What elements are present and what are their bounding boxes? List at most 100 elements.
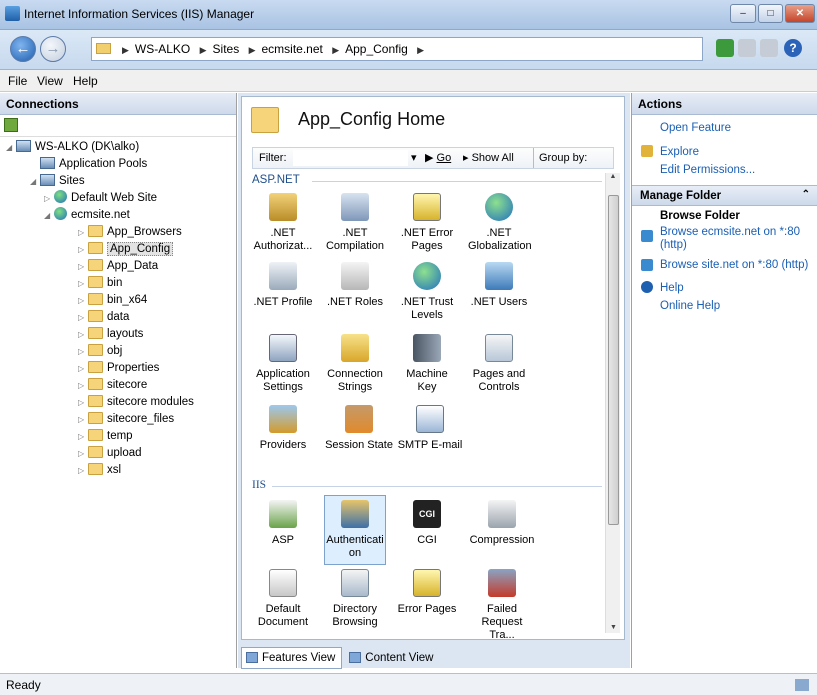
feature-item[interactable]: Session State bbox=[324, 405, 394, 452]
tree-folder[interactable]: ▷ sitecore bbox=[78, 377, 147, 394]
scroll-down-icon[interactable]: ▼ bbox=[606, 624, 621, 631]
group-header-iis: IIS bbox=[252, 479, 267, 491]
open-feature-link[interactable]: Open Feature bbox=[660, 122, 731, 135]
feature-item[interactable]: Directory Browsing bbox=[324, 569, 386, 629]
feature-item[interactable]: CGI CGI bbox=[396, 500, 458, 547]
help-link[interactable]: Help bbox=[660, 282, 684, 295]
scroll-up-icon[interactable]: ▲ bbox=[606, 173, 620, 180]
group-divider bbox=[312, 181, 602, 182]
tree-app-pools[interactable]: Application Pools bbox=[40, 156, 147, 173]
breadcrumb-item[interactable]: WS-ALKO bbox=[135, 42, 190, 56]
browse-link[interactable]: Browse ecmsite.net on *:80 (http) bbox=[660, 226, 810, 252]
manage-folder-header: Manage Folder ⌃ bbox=[632, 185, 817, 206]
edit-permissions-link[interactable]: Edit Permissions... bbox=[660, 164, 755, 177]
tree-folder[interactable]: ▷ xsl bbox=[78, 462, 121, 479]
scrollbar-thumb[interactable] bbox=[608, 195, 619, 525]
tree-sites[interactable]: ◢ Sites bbox=[30, 173, 85, 190]
breadcrumb-item[interactable]: Sites bbox=[213, 42, 240, 56]
tree-folder[interactable]: ▷ Properties bbox=[78, 360, 159, 377]
menu-view[interactable]: View bbox=[37, 74, 63, 88]
compilation-icon bbox=[341, 193, 369, 221]
filter-input[interactable] bbox=[293, 150, 408, 166]
filter-dropdown-icon[interactable]: ▾ bbox=[411, 148, 417, 168]
tab-features-view[interactable]: Features View bbox=[241, 647, 343, 669]
feature-item[interactable]: .NET Roles bbox=[324, 262, 386, 309]
tree-default-web-site[interactable]: ▷ Default Web Site bbox=[44, 190, 157, 207]
feature-item[interactable]: .NET Trust Levels bbox=[396, 262, 458, 322]
explore-link[interactable]: Explore bbox=[660, 146, 699, 159]
show-all-button[interactable]: ▸ Show All bbox=[463, 148, 514, 168]
explore-icon bbox=[641, 145, 653, 157]
feature-item[interactable]: Connection Strings bbox=[324, 334, 386, 394]
connect-icon[interactable] bbox=[4, 118, 18, 132]
tree-folder-selected[interactable]: ▷ App_Config bbox=[78, 241, 174, 258]
feature-item[interactable]: Application Settings bbox=[252, 334, 314, 394]
stop-icon[interactable] bbox=[738, 39, 756, 57]
tree-folder[interactable]: ▷ sitecore modules bbox=[78, 394, 194, 411]
feature-item[interactable]: .NET Globalization bbox=[468, 193, 532, 253]
content-view-icon bbox=[349, 652, 362, 663]
help-icon[interactable]: ? bbox=[784, 39, 802, 57]
folder-icon bbox=[88, 344, 103, 356]
folder-icon bbox=[88, 361, 103, 373]
feature-item[interactable]: .NET Users bbox=[468, 262, 530, 309]
refresh-icon[interactable] bbox=[716, 39, 734, 57]
feature-item[interactable]: .NET Error Pages bbox=[396, 193, 458, 253]
tree-folder[interactable]: ▷ bin bbox=[78, 275, 122, 292]
folder-icon bbox=[88, 412, 103, 424]
home-icon[interactable] bbox=[760, 39, 778, 57]
forward-button[interactable]: → bbox=[40, 36, 66, 62]
features-view-icon bbox=[246, 652, 258, 663]
error-pages-icon bbox=[413, 193, 441, 221]
feature-item[interactable]: .NET Authorizat... bbox=[252, 193, 314, 253]
tree-folder[interactable]: ▷ obj bbox=[78, 343, 122, 360]
browse-link[interactable]: Browse site.net on *:80 (http) bbox=[660, 259, 815, 272]
tree-folder[interactable]: ▷ temp bbox=[78, 428, 133, 445]
online-help-link[interactable]: Online Help bbox=[660, 300, 720, 313]
tree-folder[interactable]: ▷ sitecore_files bbox=[78, 411, 174, 428]
folder-icon bbox=[88, 310, 103, 322]
app-settings-icon bbox=[269, 334, 297, 362]
feature-item[interactable]: SMTP E-mail bbox=[396, 405, 464, 452]
breadcrumb[interactable]: ▶ WS-ALKO ▶ Sites ▶ ecmsite.net ▶ App_Config… bbox=[91, 37, 703, 61]
close-button[interactable]: ✕ bbox=[785, 4, 815, 23]
menu-file[interactable]: File bbox=[8, 74, 27, 88]
feature-item[interactable]: ASP bbox=[252, 500, 314, 547]
menu-help[interactable]: Help bbox=[73, 74, 98, 88]
tree-folder[interactable]: ▷ layouts bbox=[78, 326, 143, 343]
back-button[interactable]: ← bbox=[10, 36, 36, 62]
tree-folder[interactable]: ▷ upload bbox=[78, 445, 142, 462]
pages-controls-icon bbox=[485, 334, 513, 362]
feature-item-selected[interactable]: Authenticati on bbox=[324, 495, 386, 565]
folder-icon bbox=[96, 43, 111, 54]
feature-item[interactable]: Default Document bbox=[252, 569, 314, 629]
feature-item[interactable]: Error Pages bbox=[396, 569, 458, 616]
tree-folder[interactable]: ▷ bin_x64 bbox=[78, 292, 147, 309]
feature-item[interactable]: Failed Request Tra... bbox=[468, 569, 536, 642]
breadcrumb-item[interactable]: App_Config bbox=[345, 42, 408, 56]
vertical-scrollbar[interactable]: ▲ ▼ bbox=[605, 173, 620, 633]
group-by-label[interactable]: Group by: bbox=[533, 148, 587, 168]
actions-header: Actions bbox=[632, 93, 817, 115]
tree-folder[interactable]: ▷ data bbox=[78, 309, 129, 326]
maximize-button[interactable]: □ bbox=[758, 4, 783, 23]
tree-folder[interactable]: ▷ App_Browsers bbox=[78, 224, 182, 241]
minimize-button[interactable]: – bbox=[730, 4, 756, 23]
tree-ecmsite[interactable]: ◢ ecmsite.net bbox=[44, 207, 130, 224]
view-tabs: Features View Content View bbox=[241, 647, 443, 669]
server-icon bbox=[16, 140, 31, 152]
tree-folder[interactable]: ▷ App_Data bbox=[78, 258, 158, 275]
feature-item[interactable]: .NET Profile bbox=[252, 262, 314, 309]
collapse-icon[interactable]: ⌃ bbox=[802, 189, 810, 200]
folder-icon bbox=[88, 242, 103, 254]
breadcrumb-item[interactable]: ecmsite.net bbox=[261, 42, 322, 56]
tab-content-view[interactable]: Content View bbox=[344, 647, 440, 669]
authorization-icon bbox=[269, 193, 297, 221]
tree-server[interactable]: ◢ WS-ALKO (DK\alko) bbox=[6, 139, 139, 156]
go-button[interactable]: ▶ Go bbox=[425, 148, 451, 168]
feature-item[interactable]: Machine Key bbox=[396, 334, 458, 394]
feature-item[interactable]: Providers bbox=[252, 405, 314, 452]
feature-item[interactable]: Pages and Controls bbox=[468, 334, 530, 394]
feature-item[interactable]: Compression bbox=[468, 500, 536, 547]
feature-item[interactable]: .NET Compilation bbox=[324, 193, 386, 253]
